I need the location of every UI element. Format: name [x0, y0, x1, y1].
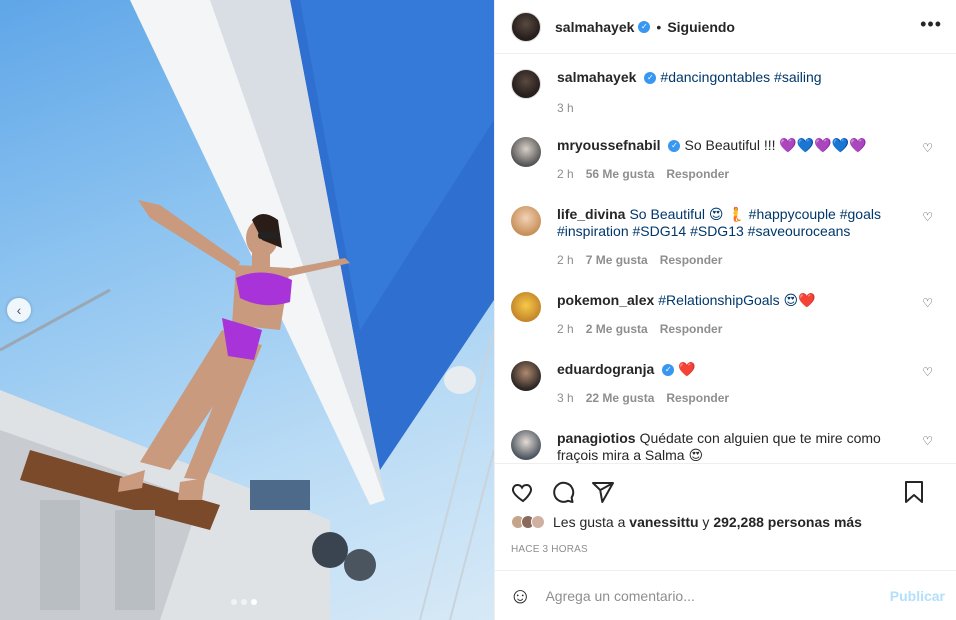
likes-prefix: Les gusta a	[553, 514, 626, 530]
caption-time: 3 h	[557, 101, 574, 115]
comment-input[interactable]	[545, 587, 890, 604]
likes-joiner: y	[702, 514, 710, 530]
comment-username[interactable]: panagiotios	[557, 430, 636, 446]
photo-illustration	[0, 0, 494, 620]
author-username[interactable]: salmahayek	[555, 19, 634, 35]
comment-item: panagiotios Quédate con alguien que te mi…	[511, 430, 941, 463]
publish-button[interactable]: Publicar	[890, 588, 945, 604]
heart-icon[interactable]: ♡	[922, 296, 933, 310]
verified-badge-icon: ✓	[662, 364, 675, 377]
avatar[interactable]	[511, 69, 541, 99]
comment-item: mryoussefnabil ✓ So Beautiful !!! 💜💙💜💙💜 2 …	[511, 137, 941, 183]
heart-icon[interactable]: ♡	[922, 365, 933, 379]
following-button[interactable]: Siguiendo	[667, 19, 735, 35]
avatar[interactable]	[511, 206, 541, 236]
likes-count[interactable]: 292,288 personas más	[713, 514, 862, 530]
separator: •	[656, 18, 662, 35]
reply-button[interactable]: Responder	[660, 253, 723, 267]
instagram-post: ‹ salmahayek ✓ • Siguiendo ••• salmahaye…	[0, 0, 956, 620]
verified-badge-icon: ✓	[644, 72, 657, 85]
avatar[interactable]	[511, 430, 541, 460]
smile-icon[interactable]: ☺	[509, 583, 531, 609]
reply-button[interactable]: Responder	[666, 391, 729, 405]
share-icon[interactable]	[591, 480, 615, 504]
heart-icon[interactable]: ♡	[922, 210, 933, 224]
post-header: salmahayek ✓ • Siguiendo •••	[495, 0, 956, 54]
add-comment-bar: ☺ Publicar	[495, 570, 956, 620]
verified-badge-icon: ✓	[668, 140, 681, 153]
comment-text: So Beautiful !!! 💜💙💜💙💜	[684, 137, 867, 153]
comment-time: 2 h	[557, 167, 574, 181]
heart-icon[interactable]	[511, 480, 535, 504]
avatar[interactable]	[511, 11, 541, 42]
post-timestamp: HACE 3 HORAS	[511, 544, 588, 555]
comment-time: 3 h	[557, 391, 574, 405]
avatar	[531, 515, 545, 529]
comment-time: 2 h	[557, 253, 574, 267]
comment-username[interactable]: pokemon_alex	[557, 292, 654, 308]
comment-item: eduardogranja ✓ ❤️ 3 h 22 Me gusta Responder…	[511, 361, 941, 407]
comment-text: ❤️	[678, 361, 696, 377]
comment-item: life_divina So Beautiful 😍 🧜 #happycouple…	[511, 206, 941, 269]
reply-button[interactable]: Responder	[666, 167, 729, 181]
caption: salmahayek ✓ #dancingontables #sailing 3 h	[511, 69, 941, 117]
caption-text[interactable]: #dancingontables #sailing	[660, 69, 821, 85]
avatar[interactable]	[511, 292, 541, 322]
comment-likes[interactable]: 2 Me gusta	[586, 322, 648, 336]
heart-icon[interactable]: ♡	[922, 434, 933, 448]
chevron-left-icon: ‹	[16, 302, 22, 318]
reply-button[interactable]: Responder	[660, 322, 723, 336]
previous-slide-button[interactable]: ‹	[7, 298, 31, 322]
verified-badge-icon: ✓	[638, 20, 651, 33]
slide-dot-active	[251, 599, 257, 605]
comment-username[interactable]: life_divina	[557, 206, 625, 222]
slide-dot	[241, 599, 247, 605]
likes-summary: Les gusta a vanessittu y 292,288 persona…	[495, 510, 956, 530]
comments-list[interactable]: salmahayek ✓ #dancingontables #sailing 3 h…	[495, 55, 956, 463]
comment-likes[interactable]: 7 Me gusta	[586, 253, 648, 267]
comment-username[interactable]: mryoussefnabil	[557, 137, 660, 153]
post-actions: Les gusta a vanessittu y 292,288 persona…	[495, 463, 956, 570]
comment-likes[interactable]: 56 Me gusta	[586, 167, 655, 181]
post-details-panel: salmahayek ✓ • Siguiendo ••• salmahayek ✓…	[494, 0, 956, 620]
slide-indicator	[231, 599, 257, 605]
caption-username[interactable]: salmahayek	[557, 69, 636, 85]
heart-icon[interactable]: ♡	[922, 141, 933, 155]
post-photo[interactable]: ‹	[0, 0, 494, 620]
comment-likes[interactable]: 22 Me gusta	[586, 391, 655, 405]
more-options-button[interactable]: •••	[920, 14, 942, 35]
slide-dot	[231, 599, 237, 605]
bookmark-icon[interactable]	[903, 480, 925, 504]
likes-user[interactable]: vanessittu	[629, 514, 698, 530]
comment-icon[interactable]	[551, 480, 575, 504]
avatar[interactable]	[511, 137, 541, 167]
comment-item: pokemon_alex #RelationshipGoals 😍❤️ 2 h 2 …	[511, 292, 941, 338]
comment-username[interactable]: eduardogranja	[557, 361, 654, 377]
comment-time: 2 h	[557, 322, 574, 336]
comment-text: #RelationshipGoals 😍❤️	[658, 292, 816, 308]
avatar[interactable]	[511, 361, 541, 391]
